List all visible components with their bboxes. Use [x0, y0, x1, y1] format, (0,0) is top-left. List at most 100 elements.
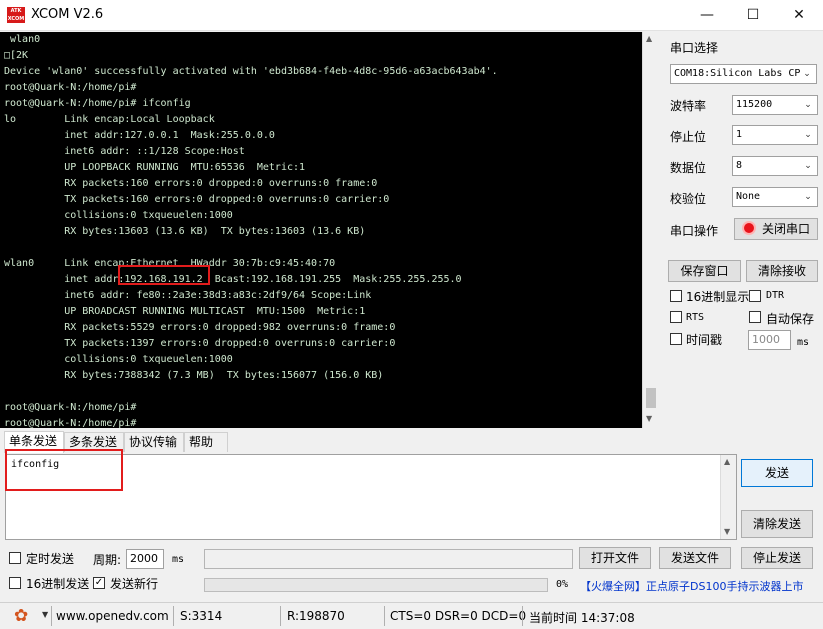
hex-send-label: 16进制发送: [26, 577, 90, 591]
terminal-line: root@Quark-N:/home/pi#: [4, 402, 137, 413]
stop-bits-value: 1: [736, 129, 743, 140]
send-button[interactable]: 发送: [741, 459, 813, 487]
send-scrollbar[interactable]: ▲ ▼: [720, 455, 736, 539]
terminal-line: collisions:0 txqueuelen:1000: [4, 354, 233, 365]
port-select[interactable]: COM18:Silicon Labs CP ⌄: [670, 64, 817, 84]
minimize-button[interactable]: —: [684, 0, 730, 30]
rts-checkbox[interactable]: [670, 311, 682, 323]
terminal-line: inet6 addr: fe80::2a3e:38d3:a83c:2df9/64…: [4, 290, 372, 301]
title-bar: ATK XCOM XCOM V2.6 — ☐ ✕: [0, 0, 823, 31]
status-divider: [173, 606, 174, 626]
send-newline-checkbox[interactable]: ✓: [93, 577, 105, 589]
send-progress-bar: [204, 578, 548, 592]
terminal-line: RX packets:160 errors:0 dropped:0 overru…: [4, 178, 378, 189]
port-open-indicator-icon: [741, 221, 756, 235]
stop-send-button[interactable]: 停止发送: [741, 547, 813, 569]
window-title: XCOM V2.6: [31, 7, 104, 22]
tab-help[interactable]: 帮助: [184, 432, 228, 452]
rts-label: RTS: [686, 312, 705, 323]
sent-count: S:3314: [180, 609, 223, 623]
status-divider: [51, 606, 52, 626]
send-newline-label: 发送新行: [110, 577, 159, 591]
terminal-line: UP LOOPBACK RUNNING MTU:65536 Metric:1: [4, 162, 306, 173]
period-ms-label: ms: [172, 554, 185, 565]
terminal-line: collisions:0 txqueuelen:1000: [4, 210, 233, 221]
terminal-line: □[2K: [4, 50, 29, 61]
progress-percent: 0%: [556, 579, 569, 590]
scroll-down-icon[interactable]: ▼: [646, 414, 652, 423]
chevron-down-icon: ⌄: [801, 126, 815, 144]
period-input[interactable]: 2000: [126, 549, 164, 569]
terminal-line: root@Quark-N:/home/pi#: [4, 418, 137, 428]
scroll-down-icon[interactable]: ▼: [724, 527, 730, 536]
stop-bits-select[interactable]: 1 ⌄: [732, 125, 818, 145]
terminal-line: inet addr:192.168.191.2 Bcast:192.168.19…: [4, 274, 462, 285]
data-bits-label: 数据位: [670, 161, 707, 175]
timed-send-label: 定时发送: [26, 552, 75, 566]
chevron-down-icon: ⌄: [801, 188, 815, 206]
data-bits-select[interactable]: 8 ⌄: [732, 156, 818, 176]
ad-link[interactable]: 【火爆全网】正点原子DS100手持示波器上市: [580, 578, 803, 594]
dtr-label: DTR: [766, 290, 785, 301]
send-file-button[interactable]: 发送文件: [659, 547, 731, 569]
scroll-up-icon[interactable]: ▲: [724, 457, 730, 466]
scroll-up-icon[interactable]: ▲: [646, 34, 652, 43]
maximize-button[interactable]: ☐: [730, 0, 776, 30]
hex-send-checkbox[interactable]: [9, 577, 21, 589]
data-bits-value: 8: [736, 160, 743, 171]
auto-save-label: 自动保存: [766, 312, 815, 326]
ip-address-highlight: [118, 265, 210, 285]
parity-select[interactable]: None ⌄: [732, 187, 818, 207]
timed-send-checkbox[interactable]: [9, 552, 21, 564]
close-button[interactable]: ✕: [776, 0, 822, 30]
terminal-line: inet addr:127.0.0.1 Mask:255.0.0.0: [4, 130, 275, 141]
terminal-line: TX packets:1397 errors:0 dropped:0 overr…: [4, 338, 396, 349]
gear-icon[interactable]: ✿: [14, 606, 28, 626]
close-port-label: 关闭串口: [761, 222, 810, 236]
xcom-logo-icon: ATK XCOM: [7, 7, 25, 23]
port-select-value: COM18:Silicon Labs CP: [674, 68, 801, 79]
close-port-button[interactable]: 关闭串口: [734, 218, 818, 240]
website-link[interactable]: www.openedv.com: [56, 609, 169, 623]
save-window-button[interactable]: 保存窗口: [668, 260, 741, 282]
terminal-line: inet6 addr: ::1/128 Scope:Host: [4, 146, 245, 157]
open-file-button[interactable]: 打开文件: [579, 547, 651, 569]
port-operation-label: 串口操作: [670, 224, 719, 238]
chevron-down-icon: ⌄: [801, 157, 815, 175]
modem-signals: CTS=0 DSR=0 DCD=0: [390, 609, 527, 623]
terminal-line: RX bytes:7388342 (7.3 MB) TX bytes:15607…: [4, 370, 384, 381]
caret-down-icon[interactable]: ▼: [42, 610, 48, 619]
receive-terminal[interactable]: wlan0 □[2K Device 'wlan0' successfully act…: [0, 32, 658, 428]
stop-bits-label: 停止位: [670, 130, 707, 144]
timestamp-checkbox[interactable]: [670, 333, 682, 345]
terminal-scrollbar[interactable]: ▲ ▼: [642, 32, 658, 428]
terminal-line: TX packets:160 errors:0 dropped:0 overru…: [4, 194, 390, 205]
tab-protocol[interactable]: 协议传输: [124, 432, 184, 452]
terminal-line: RX packets:5529 errors:0 dropped:982 ove…: [4, 322, 396, 333]
received-count: R:198870: [287, 609, 345, 623]
timestamp-label: 时间戳: [686, 333, 723, 347]
terminal-output: wlan0 □[2K Device 'wlan0' successfully act…: [4, 32, 640, 428]
terminal-line: UP BROADCAST RUNNING MULTICAST MTU:1500 …: [4, 306, 366, 317]
port-select-label: 串口选择: [670, 41, 719, 55]
terminal-line: Device 'wlan0' successfully activated wi…: [4, 66, 498, 77]
terminal-line: root@Quark-N:/home/pi# ifconfig: [4, 98, 191, 109]
timestamp-input[interactable]: 1000: [748, 330, 791, 350]
clear-send-button[interactable]: 清除发送: [741, 510, 813, 538]
baud-label: 波特率: [670, 99, 707, 113]
auto-save-checkbox[interactable]: [749, 311, 761, 323]
parity-value: None: [736, 191, 761, 202]
period-label: 周期:: [93, 553, 122, 567]
hex-display-checkbox[interactable]: [670, 290, 682, 302]
scroll-thumb[interactable]: [646, 388, 656, 408]
chevron-down-icon: ⌄: [800, 65, 814, 83]
chevron-down-icon: ⌄: [801, 96, 815, 114]
terminal-line: root@Quark-N:/home/pi#: [4, 82, 137, 93]
file-path-field[interactable]: [204, 549, 573, 569]
checkmark-icon: ✓: [94, 577, 104, 588]
dtr-checkbox[interactable]: [749, 290, 761, 302]
baud-select[interactable]: 115200 ⌄: [732, 95, 818, 115]
parity-label: 校验位: [670, 192, 707, 206]
clear-receive-button[interactable]: 清除接收: [746, 260, 818, 282]
terminal-line: lo Link encap:Local Loopback: [4, 114, 215, 125]
